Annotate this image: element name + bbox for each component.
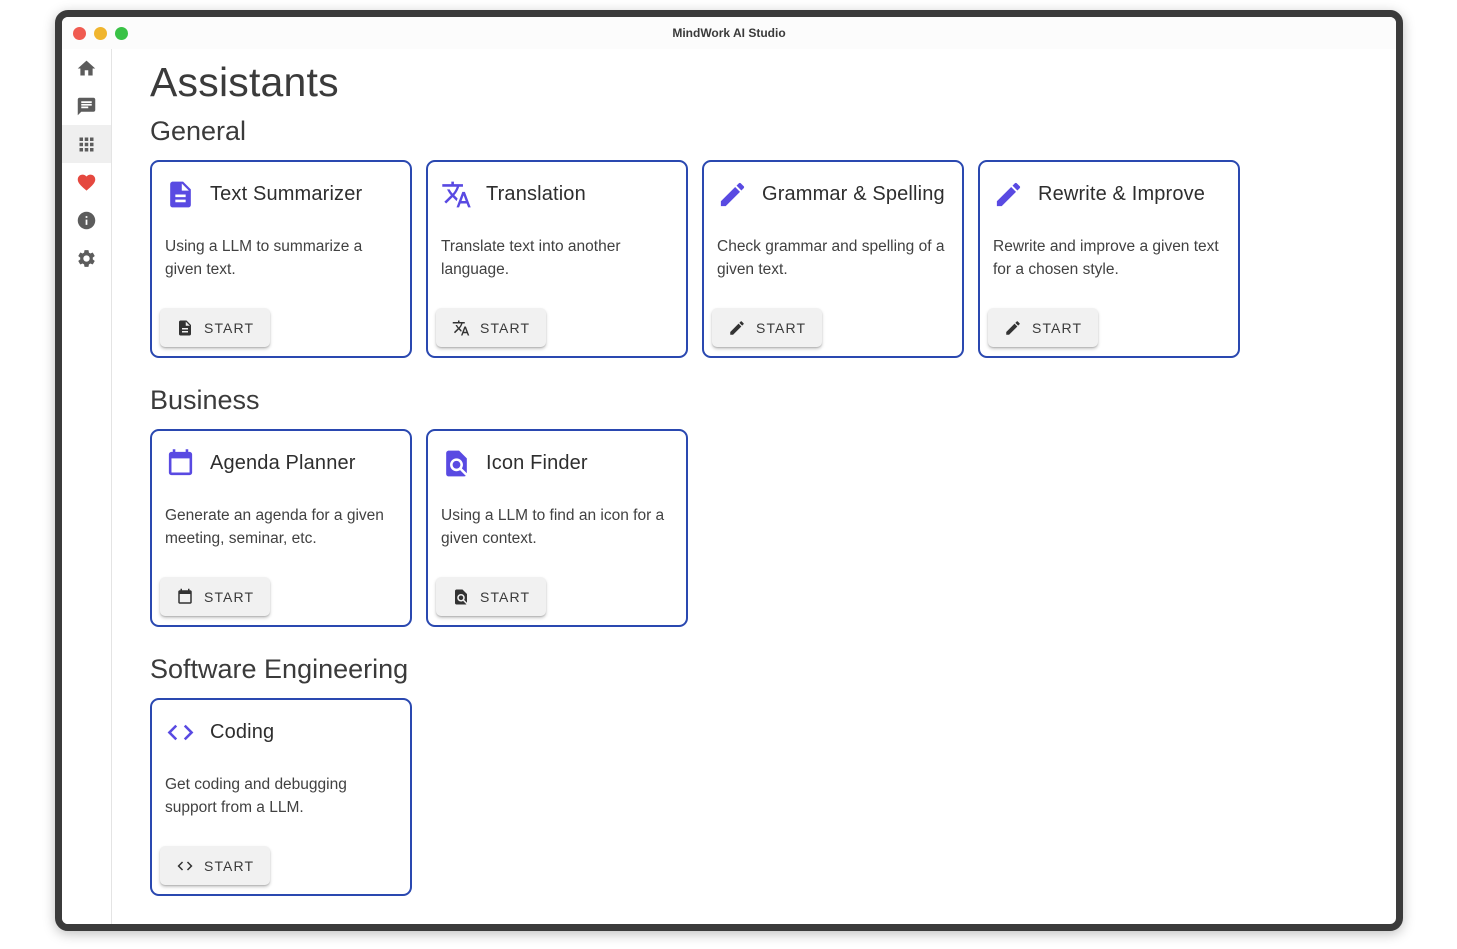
pencil-icon [728,319,746,337]
translate-icon [452,319,470,337]
card-title: Text Summarizer [210,183,362,206]
card-description: Using a LLM to find an icon for a given … [441,504,673,550]
close-button[interactable] [73,27,86,40]
sidebar-item-settings[interactable] [62,239,111,277]
section-title: General [150,116,1396,147]
assistant-card: Text Summarizer Using a LLM to summarize… [150,160,412,358]
card-header: Icon Finder [441,448,673,479]
start-button[interactable]: START [160,846,270,885]
minimize-button[interactable] [94,27,107,40]
document-icon [176,319,194,337]
assistant-card: Translation Translate text into another … [426,160,688,358]
start-button-label: START [1032,320,1082,336]
start-button-label: START [480,589,530,605]
card-description: Get coding and debugging support from a … [165,773,397,819]
card-title: Translation [486,183,586,206]
assistant-card: Icon Finder Using a LLM to find an icon … [426,429,688,627]
gear-icon [76,248,97,269]
sidebar [62,49,112,924]
card-title: Coding [210,721,274,744]
card-header: Translation [441,179,673,210]
section-title: Business [150,385,1396,416]
page-title: Assistants [150,59,1396,106]
card-description: Generate an agenda for a given meeting, … [165,504,397,550]
card-description: Check grammar and spelling of a given te… [717,235,949,281]
code-icon [165,717,196,748]
start-button-label: START [480,320,530,336]
card-header: Rewrite & Improve [993,179,1225,210]
start-button[interactable]: START [436,308,546,347]
home-icon [76,58,97,79]
chat-icon [76,96,97,117]
find-in-page-icon [441,448,472,479]
start-button-label: START [204,589,254,605]
sidebar-item-apps[interactable] [62,125,111,163]
sidebar-item-home[interactable] [62,49,111,87]
card-title: Agenda Planner [210,452,356,475]
assistant-section: Business Agenda Planner Generate an agen… [150,385,1396,627]
document-icon [165,179,196,210]
card-description: Rewrite and improve a given text for a c… [993,235,1225,281]
assistant-section: Software Engineering Coding Get coding a… [150,654,1396,896]
start-button-label: START [756,320,806,336]
assistant-card: Agenda Planner Generate an agenda for a … [150,429,412,627]
card-description: Using a LLM to summarize a given text. [165,235,397,281]
assistant-section: General Text Summarizer Using a LLM to s… [150,116,1396,358]
card-title: Rewrite & Improve [1038,183,1205,206]
assistant-card: Rewrite & Improve Rewrite and improve a … [978,160,1240,358]
card-row: Coding Get coding and debugging support … [150,698,1396,896]
sidebar-item-favorites[interactable] [62,163,111,201]
titlebar: MindWork AI Studio [62,17,1396,49]
sidebar-item-info[interactable] [62,201,111,239]
sections-container: General Text Summarizer Using a LLM to s… [150,116,1396,896]
find-in-page-icon [452,588,470,606]
card-header: Text Summarizer [165,179,397,210]
translate-icon [441,179,472,210]
card-header: Agenda Planner [165,448,397,479]
card-header: Grammar & Spelling [717,179,949,210]
section-title: Software Engineering [150,654,1396,685]
heart-icon [76,172,97,193]
window-title: MindWork AI Studio [62,26,1396,40]
start-button[interactable]: START [160,577,270,616]
start-button[interactable]: START [712,308,822,347]
window-controls [73,17,128,49]
start-button[interactable]: START [436,577,546,616]
assistant-card: Coding Get coding and debugging support … [150,698,412,896]
content-area: Assistants General Text Summarizer Using… [112,49,1396,924]
card-description: Translate text into another language. [441,235,673,281]
main-area: Assistants General Text Summarizer Using… [62,49,1396,924]
calendar-icon [165,448,196,479]
zoom-button[interactable] [115,27,128,40]
pencil-icon [1004,319,1022,337]
info-icon [76,210,97,231]
card-row: Text Summarizer Using a LLM to summarize… [150,160,1396,358]
card-header: Coding [165,717,397,748]
start-button[interactable]: START [160,308,270,347]
card-title: Grammar & Spelling [762,183,945,206]
card-title: Icon Finder [486,452,588,475]
calendar-icon [176,588,194,606]
apps-grid-icon [76,134,97,155]
sidebar-item-chat[interactable] [62,87,111,125]
assistant-card: Grammar & Spelling Check grammar and spe… [702,160,964,358]
pencil-icon [993,179,1024,210]
card-row: Agenda Planner Generate an agenda for a … [150,429,1396,627]
start-button-label: START [204,320,254,336]
start-button[interactable]: START [988,308,1098,347]
pencil-icon [717,179,748,210]
app-window: MindWork AI Studio Assistants General Te… [55,10,1403,931]
code-icon [176,857,194,875]
start-button-label: START [204,858,254,874]
